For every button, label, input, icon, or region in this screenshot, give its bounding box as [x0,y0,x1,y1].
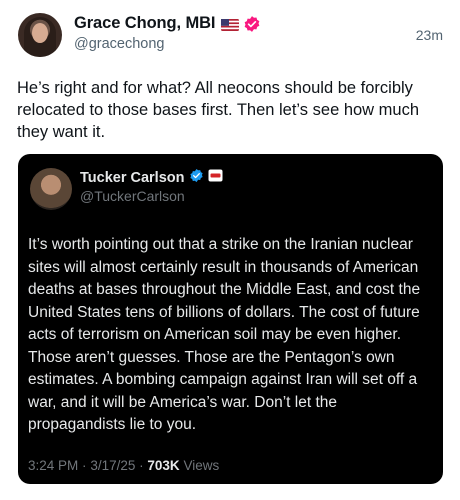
quoted-post-avatar[interactable] [30,168,72,210]
verified-badge-icon [243,15,261,33]
verified-badge-icon [189,168,204,188]
meta-separator: · [139,458,144,473]
post-author-name[interactable]: Grace Chong, MBI [74,14,216,33]
post-avatar[interactable] [18,13,62,57]
post-timestamp[interactable]: 23m [416,27,443,43]
quoted-post-text: It’s worth pointing out that a strike on… [28,236,421,433]
quoted-post-author-row: Tucker Carlson [80,168,223,188]
quoted-post-card[interactable]: Tucker Carlson @TuckerCarlson It’s worth… [18,154,443,484]
quoted-post-date: 3/17/25 [90,458,136,473]
quoted-post-author-name[interactable]: Tucker Carlson [80,170,185,186]
post-text: He’s right and for what? All neocons sho… [17,79,420,141]
quoted-post-meta: 3:24 PM · 3/17/25 · 703K Views [28,458,219,473]
us-flag-icon [221,18,240,31]
avatar-face [32,23,48,43]
quoted-post-author-handle[interactable]: @TuckerCarlson [80,188,185,204]
quoted-post-views-count: 703K [147,458,180,473]
quoted-post-views-label: Views [183,458,220,473]
post-author-row: Grace Chong, MBI [74,14,261,33]
post-author-handle[interactable]: @gracechong [74,36,165,52]
affiliate-logo-icon [208,169,223,187]
quoted-post-time: 3:24 PM [28,458,79,473]
meta-separator: · [82,458,87,473]
